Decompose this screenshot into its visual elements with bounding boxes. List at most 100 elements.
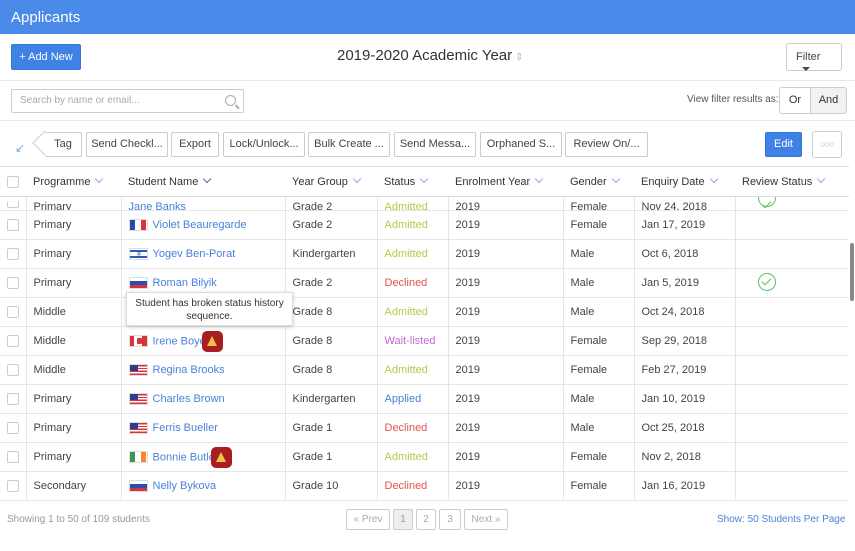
cell-review-status	[734, 210, 849, 240]
row-checkbox-cell	[0, 297, 26, 327]
filter-and-toggle[interactable]: And	[810, 87, 847, 114]
cell-enquiry-date: Jan 17, 2019	[633, 210, 735, 240]
row-checkbox[interactable]	[7, 451, 19, 464]
cell-enquiry-date: Nov 2, 2018	[633, 442, 735, 472]
bulk-create-button[interactable]: Bulk Create ...	[308, 132, 390, 157]
cell-student-name[interactable]: ✡ Yogev Ben-Porat	[120, 239, 285, 269]
send-checklist-button[interactable]: Send Checkl...	[86, 132, 168, 157]
cell-status: Declined	[376, 413, 448, 443]
collapse-arrow-icon[interactable]: ↙	[15, 141, 27, 155]
column-header-student-name[interactable]: Student Name	[121, 166, 285, 197]
table-footer: Showing 1 to 50 of 109 students « Prev 1…	[0, 505, 855, 535]
app-title-bar: Applicants	[0, 0, 855, 34]
cell-student-name[interactable]: Irene Boye	[120, 326, 285, 356]
row-checkbox[interactable]	[7, 422, 19, 435]
student-name-link[interactable]: Violet Beauregarde	[153, 219, 247, 231]
export-button[interactable]: Export	[171, 132, 219, 157]
cell-year-group: Grade 2	[284, 210, 377, 240]
cell-student-name[interactable]: Violet Beauregarde	[120, 210, 285, 240]
cell-student-name[interactable]: Ferris Bueller	[120, 413, 285, 443]
chevron-down-icon	[352, 174, 362, 183]
cell-review-status	[734, 413, 849, 443]
row-checkbox[interactable]	[7, 306, 19, 319]
student-name-link[interactable]: Regina Brooks	[153, 364, 225, 376]
cell-gender: Female	[562, 355, 634, 385]
table-row[interactable]: Primary ✡ Yogev Ben-Porat Kindergarten Admit…	[0, 239, 849, 269]
cell-student-name[interactable]: Jane Banks	[120, 196, 285, 211]
row-checkbox[interactable]	[7, 277, 19, 290]
row-checkbox[interactable]	[7, 219, 19, 232]
table-row[interactable]: Primary Bonnie Butle Grade 1 Admitted 2019 Fe…	[0, 442, 849, 472]
table-header-row: Programme Student Name Year Group Status…	[0, 166, 849, 197]
academic-year-selector[interactable]: 2019-2020 Academic Year ⇕	[337, 47, 524, 64]
student-name-link[interactable]: Nelly Bykova	[153, 480, 217, 492]
page-2-button[interactable]: 2	[416, 509, 436, 530]
page-1-button[interactable]: 1	[393, 509, 413, 530]
table-row[interactable]: Middle Irene Boye Grade 8 Wait-listed 2019 Fe…	[0, 326, 849, 356]
warning-icon[interactable]	[201, 330, 223, 352]
cell-student-name[interactable]: Charles Brown	[120, 384, 285, 414]
row-checkbox-cell	[0, 355, 26, 385]
student-name-link[interactable]: Roman Bilyik	[153, 277, 217, 289]
student-name-link[interactable]: Bonnie Butle	[153, 451, 215, 463]
add-new-button[interactable]: + Add New	[11, 44, 81, 70]
column-header-gender[interactable]: Gender	[563, 166, 634, 197]
column-label: Enrolment Year	[455, 175, 531, 188]
per-page-value[interactable]: 50 Students	[748, 514, 801, 525]
column-header-programme[interactable]: Programme	[26, 166, 121, 197]
search-input[interactable]: Search by name or email...	[11, 89, 244, 113]
row-checkbox[interactable]	[7, 480, 19, 493]
cell-status: Declined	[376, 268, 448, 298]
student-name-link[interactable]: Irene Boye	[153, 335, 206, 347]
table-row[interactable]: Primary Charles Brown Kindergarten Applied 2…	[0, 384, 849, 414]
send-message-button[interactable]: Send Messa...	[394, 132, 476, 157]
cell-student-name[interactable]: Bonnie Butle	[120, 442, 285, 472]
lock-unlock-button[interactable]: Lock/Unlock...	[223, 132, 305, 157]
student-name-link[interactable]: Ferris Bueller	[153, 422, 218, 434]
next-page-button[interactable]: Next »	[464, 509, 508, 530]
column-header-status[interactable]: Status	[377, 166, 448, 197]
filter-dropdown[interactable]: Filter	[786, 43, 842, 72]
row-checkbox[interactable]	[7, 393, 19, 406]
row-checkbox[interactable]	[7, 248, 19, 261]
column-header-year-group[interactable]: Year Group	[285, 166, 377, 197]
edit-button[interactable]: Edit	[765, 132, 802, 157]
cell-enrolment-year: 2019	[447, 239, 563, 269]
column-header-review-status[interactable]: Review Status	[735, 166, 849, 197]
table-row[interactable]: Primary Violet Beauregarde Grade 2 Admitted…	[0, 210, 849, 240]
cell-student-name[interactable]: Regina Brooks	[120, 355, 285, 385]
select-all-checkbox[interactable]	[7, 175, 19, 188]
fr-flag-icon	[128, 219, 148, 232]
review-on-off-button[interactable]: Review On/...	[565, 132, 648, 157]
table-row[interactable]: Middle Regina Brooks Grade 8 Admitted 2019 Fe…	[0, 355, 849, 385]
cell-year-group: Grade 8	[284, 297, 377, 327]
column-label: Student Name	[128, 175, 199, 188]
student-name-link[interactable]: Yogev Ben-Porat	[153, 248, 236, 260]
cell-enquiry-date: Sep 29, 2018	[633, 326, 735, 356]
filter-or-toggle[interactable]: Or	[779, 87, 811, 114]
student-name-link[interactable]: Jane Banks	[129, 201, 186, 210]
cell-programme: Secondary	[25, 471, 121, 501]
table-row[interactable]: Primary Ferris Bueller Grade 1 Declined 2019…	[0, 413, 849, 443]
tag-button[interactable]: Tag	[45, 132, 82, 157]
orphaned-students-button[interactable]: Orphaned S...	[480, 132, 562, 157]
column-header-enrolment-year[interactable]: Enrolment Year	[448, 166, 563, 197]
student-name-link[interactable]: Charles Brown	[153, 393, 225, 405]
cell-year-group: Grade 10	[284, 471, 377, 501]
row-checkbox-cell	[0, 442, 26, 472]
column-header-enquiry-date[interactable]: Enquiry Date	[634, 166, 735, 197]
page-3-button[interactable]: 3	[439, 509, 461, 530]
row-checkbox[interactable]	[7, 335, 19, 348]
row-checkbox[interactable]	[7, 200, 19, 208]
warning-icon[interactable]	[210, 446, 232, 468]
cell-student-name[interactable]: Nelly Bykova	[120, 471, 285, 501]
ru-flag-icon	[128, 480, 148, 493]
table-row[interactable]: Secondary Nelly Bykova Grade 10 Declined 201…	[0, 471, 849, 501]
table-row-partial[interactable]: Primary Jane Banks Grade 2 Admitted 2019…	[0, 196, 849, 211]
prev-page-button[interactable]: « Prev	[346, 509, 390, 530]
per-page-selector[interactable]: Show: 50 Students Per Page	[717, 514, 845, 525]
row-checkbox[interactable]	[7, 364, 19, 377]
us-flag-icon	[128, 393, 148, 406]
more-options-icon[interactable]: ○○○	[812, 131, 842, 158]
vertical-scrollbar-thumb[interactable]	[850, 243, 854, 301]
